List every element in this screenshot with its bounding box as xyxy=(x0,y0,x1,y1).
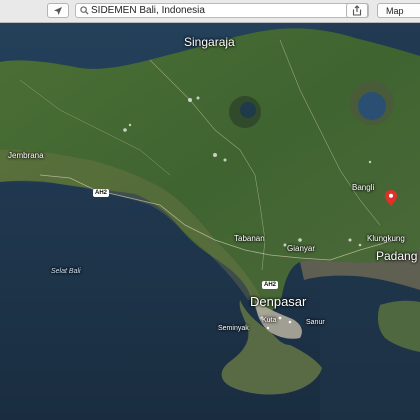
location-arrow-icon xyxy=(54,6,62,15)
place-label-denpasar[interactable]: Denpasar xyxy=(250,294,306,309)
share-button[interactable] xyxy=(346,3,368,18)
place-label-gianyar[interactable]: Gianyar xyxy=(287,244,315,253)
map-mode-button[interactable]: Map xyxy=(377,3,420,18)
place-label-jembrana[interactable]: Jembrana xyxy=(8,151,44,160)
place-label-seminyak[interactable]: Seminyak xyxy=(218,325,249,332)
place-label-singaraja[interactable]: Singaraja xyxy=(184,35,235,49)
current-location-button[interactable] xyxy=(47,3,69,18)
place-label-bangli[interactable]: Bangli xyxy=(352,183,374,192)
search-icon xyxy=(80,6,89,15)
place-label-sanur[interactable]: Sanur xyxy=(306,319,325,326)
road-label-ah2-west: AH2 xyxy=(93,189,110,197)
place-label-padang[interactable]: Padang xyxy=(376,249,417,263)
search-field[interactable]: SIDEMEN Bali, Indonesia xyxy=(75,3,369,18)
satellite-map[interactable]: Singaraja Jembrana Bangli Tabanan Gianya… xyxy=(0,23,420,420)
place-label-tabanan[interactable]: Tabanan xyxy=(234,234,265,243)
water-label-selat-bali: Selat Bali xyxy=(51,268,81,275)
map-toolbar: SIDEMEN Bali, Indonesia Map xyxy=(0,0,420,23)
road-label-ah2-south: AH2 xyxy=(262,281,279,289)
share-icon xyxy=(352,5,362,16)
search-query-text: SIDEMEN Bali, Indonesia xyxy=(91,5,205,16)
satellite-imagery xyxy=(0,23,420,420)
place-label-kuta[interactable]: Kuta xyxy=(262,317,276,324)
location-pin-icon[interactable] xyxy=(385,190,397,206)
place-label-klungkung[interactable]: Klungkung xyxy=(367,234,405,243)
